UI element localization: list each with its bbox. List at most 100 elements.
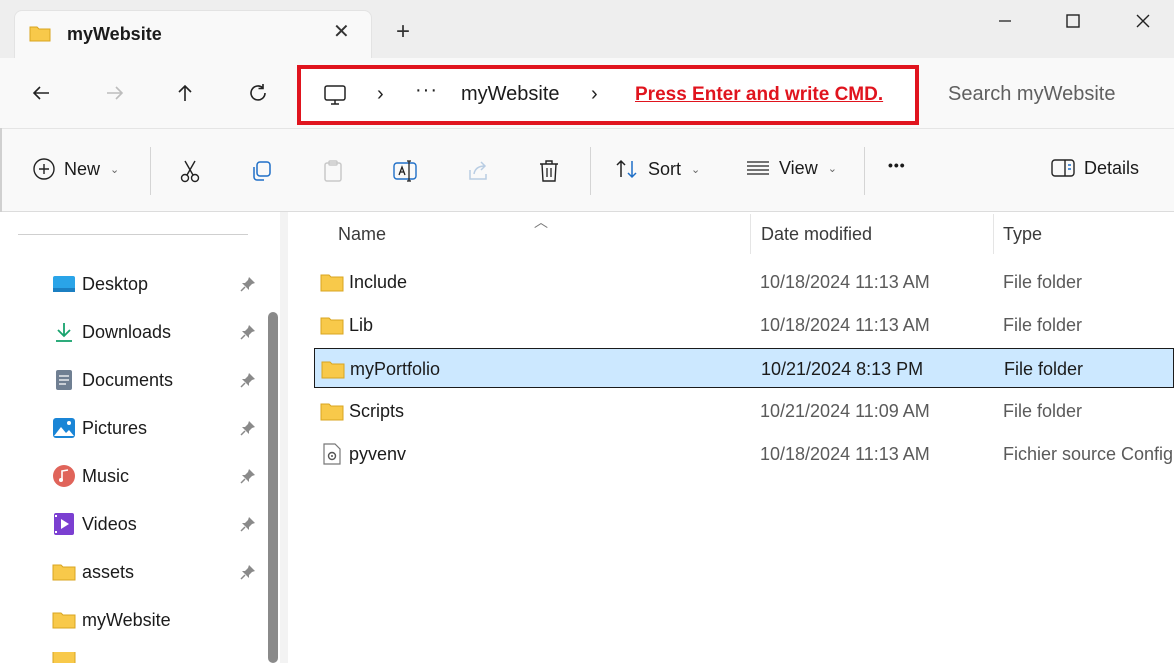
chevron-down-icon: ⌄ xyxy=(691,163,701,176)
file-date: 10/21/2024 8:13 PM xyxy=(761,359,924,379)
folder-icon xyxy=(29,26,51,42)
file-type: File folder xyxy=(1004,359,1084,379)
column-divider[interactable] xyxy=(993,214,994,254)
divider xyxy=(18,234,248,235)
sidebar-item-videos[interactable]: Videos xyxy=(52,508,262,540)
more-options-icon[interactable]: ••• xyxy=(888,157,906,173)
sort-label: Sort xyxy=(648,158,682,179)
more-label: ••• xyxy=(888,157,906,173)
plus-circle-icon xyxy=(33,158,55,180)
close-tab-icon[interactable]: ✕ xyxy=(333,22,350,42)
download-icon xyxy=(52,320,76,344)
divider xyxy=(864,147,865,195)
delete-icon[interactable] xyxy=(534,157,564,185)
sidebar-item-mywebsite[interactable]: myWebsite xyxy=(52,604,262,636)
share-icon[interactable] xyxy=(463,157,493,185)
paste-icon[interactable] xyxy=(318,157,348,185)
view-button[interactable]: View ⌄ xyxy=(745,157,837,179)
sidebar-scrollbar-thumb[interactable] xyxy=(268,312,278,663)
sort-button[interactable]: Sort ⌄ xyxy=(614,157,700,181)
sidebar-item-label: Downloads xyxy=(82,321,172,342)
sort-ascending-icon: ︿ xyxy=(534,214,548,230)
file-date: 10/21/2024 11:09 AM xyxy=(760,401,930,421)
file-row-pyvenv[interactable]: pyvenv 10/18/2024 11:13 AM Fichier sourc… xyxy=(314,434,1174,474)
new-button[interactable]: New ⌄ xyxy=(32,157,119,181)
refresh-icon[interactable] xyxy=(243,78,273,108)
close-window-icon[interactable] xyxy=(1128,6,1158,36)
file-type: File folder xyxy=(1003,315,1083,335)
back-icon[interactable] xyxy=(26,78,56,108)
file-type: Fichier source Config... xyxy=(1003,444,1174,464)
pin-icon[interactable] xyxy=(240,372,256,388)
sidebar-item-label: Pictures xyxy=(82,417,148,438)
new-tab-button[interactable]: + xyxy=(396,20,410,44)
column-header-type[interactable]: Type xyxy=(1003,224,1042,245)
chevron-down-icon: ⌄ xyxy=(110,163,120,176)
maximize-icon[interactable] xyxy=(1058,6,1088,36)
sidebar-item-documents[interactable]: Documents xyxy=(52,364,262,396)
tab-title: myWebsite xyxy=(67,24,162,44)
file-name: Scripts xyxy=(349,401,405,421)
sidebar-item-label: Desktop xyxy=(82,273,149,294)
cut-icon[interactable] xyxy=(175,157,205,185)
file-row-include[interactable]: Include 10/18/2024 11:13 AM File folder xyxy=(314,262,1174,302)
this-pc-icon[interactable] xyxy=(323,83,347,107)
file-row-lib[interactable]: Lib 10/18/2024 11:13 AM File folder xyxy=(314,305,1174,345)
search-input[interactable]: Search myWebsite xyxy=(948,83,1115,106)
sidebar-item-label: Documents xyxy=(82,369,174,390)
tab-mywebsite[interactable]: myWebsite ✕ xyxy=(14,10,372,58)
copy-icon[interactable] xyxy=(246,157,276,185)
forward-icon[interactable] xyxy=(100,78,130,108)
chevron-down-icon: ⌄ xyxy=(827,162,837,175)
folder-icon xyxy=(52,652,76,663)
sidebar-item-label: assets xyxy=(82,561,135,582)
sidebar-item-label: myWebsite xyxy=(82,609,171,630)
videos-icon xyxy=(52,512,76,536)
breadcrumb-separator[interactable]: › xyxy=(591,83,598,106)
command-bar: New ⌄ Sort ⌄ View ⌄ ••• Details xyxy=(0,128,1174,212)
sidebar-item-pictures[interactable]: Pictures xyxy=(52,412,262,444)
file-type: File folder xyxy=(1003,272,1083,292)
column-divider[interactable] xyxy=(750,214,751,254)
pin-icon[interactable] xyxy=(240,420,256,436)
column-header-date[interactable]: Date modified xyxy=(761,224,872,245)
sidebar-item-partial[interactable] xyxy=(52,652,262,663)
column-header-name[interactable]: Name xyxy=(338,224,386,245)
pin-icon[interactable] xyxy=(240,468,256,484)
sidebar-item-assets[interactable]: assets xyxy=(52,556,262,588)
sort-icon xyxy=(616,159,637,179)
pin-icon[interactable] xyxy=(240,516,256,532)
details-button[interactable]: Details xyxy=(1050,157,1139,179)
pin-icon[interactable] xyxy=(240,276,256,292)
folder-icon xyxy=(320,317,344,335)
address-bar[interactable]: › ··· myWebsite › Press Enter and write … xyxy=(297,65,919,125)
sidebar-item-downloads[interactable]: Downloads xyxy=(52,316,262,348)
file-list: ︿ Name Date modified Type Include 10/18/… xyxy=(288,212,1174,663)
address-instruction-annotation: Press Enter and write CMD. xyxy=(635,84,884,105)
up-icon[interactable] xyxy=(170,78,200,108)
breadcrumb-mywebsite[interactable]: myWebsite xyxy=(461,83,560,106)
title-bar: myWebsite ✕ + xyxy=(0,0,1174,58)
sidebar-item-desktop[interactable]: Desktop xyxy=(52,268,262,300)
breadcrumb-overflow[interactable]: ··· xyxy=(415,79,438,102)
pin-icon[interactable] xyxy=(240,324,256,340)
navigation-pane: Desktop Downloads Documents Pictures Mus… xyxy=(0,212,280,663)
file-row-myportfolio[interactable]: myPortfolio 10/21/2024 8:13 PM File fold… xyxy=(314,348,1174,388)
view-lines-icon xyxy=(747,161,769,175)
documents-icon xyxy=(52,368,76,392)
file-date: 10/18/2024 11:13 AM xyxy=(760,315,930,335)
new-label: New xyxy=(64,158,101,179)
search-box[interactable]: Search myWebsite xyxy=(926,65,1174,125)
file-row-scripts[interactable]: Scripts 10/21/2024 11:09 AM File folder xyxy=(314,391,1174,431)
rename-icon[interactable] xyxy=(390,157,420,185)
folder-icon xyxy=(52,560,76,584)
folder-icon xyxy=(321,361,345,379)
file-date: 10/18/2024 11:13 AM xyxy=(760,272,930,292)
sidebar-item-label: Music xyxy=(82,465,130,486)
pin-icon[interactable] xyxy=(240,564,256,580)
view-label: View xyxy=(779,157,818,178)
sidebar-item-music[interactable]: Music xyxy=(52,460,262,492)
minimize-icon[interactable] xyxy=(990,6,1020,36)
breadcrumb-separator[interactable]: › xyxy=(377,83,384,106)
file-name: Include xyxy=(349,272,408,292)
